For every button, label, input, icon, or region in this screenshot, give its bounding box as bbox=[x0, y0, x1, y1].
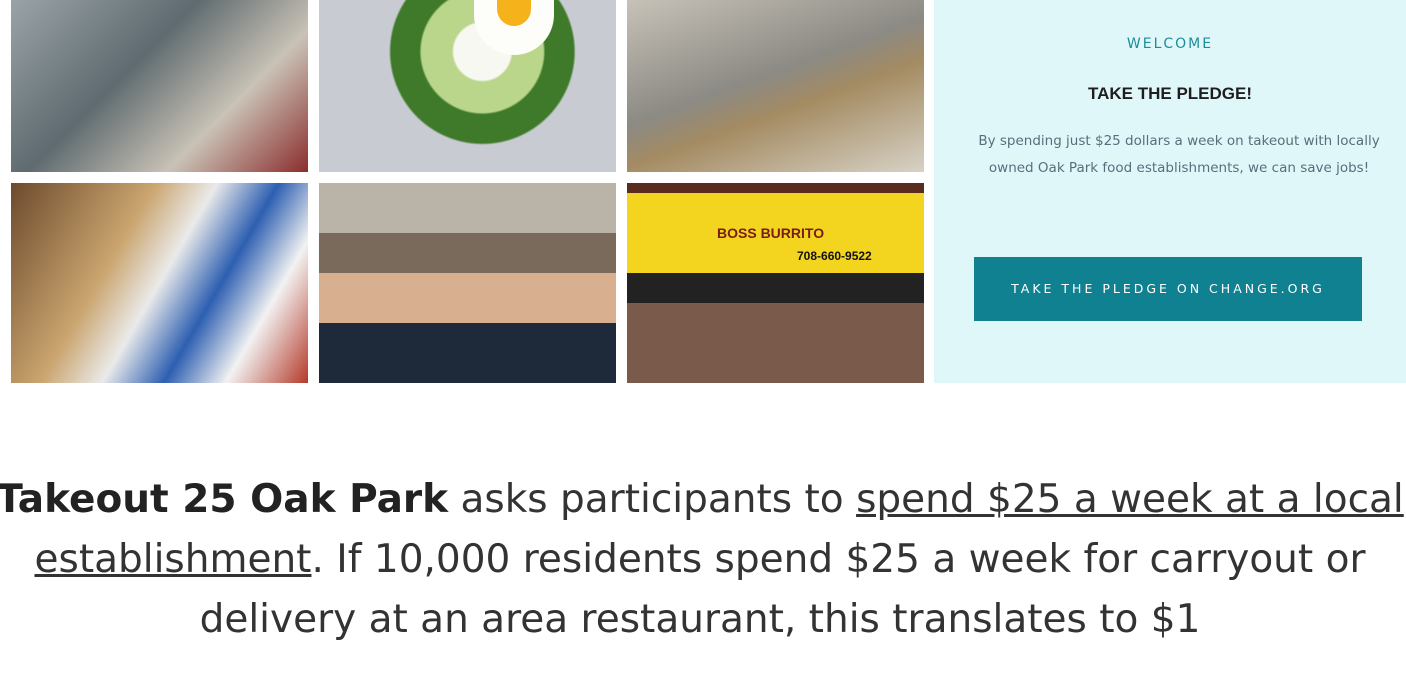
gallery-photo-3 bbox=[627, 0, 924, 172]
take-pledge-button[interactable]: TAKE THE PLEDGE ON CHANGE.ORG bbox=[974, 257, 1362, 321]
pledge-description: By spending just $25 dollars a week on t… bbox=[978, 133, 1380, 176]
gallery-photo-5 bbox=[319, 183, 616, 383]
sign-name: BOSS BURRITO bbox=[717, 225, 825, 241]
gallery-photo-1 bbox=[11, 0, 308, 172]
pledge-title: TAKE THE PLEDGE! bbox=[1087, 84, 1253, 103]
take-pledge-button-label: TAKE THE PLEDGE ON CHANGE.ORG bbox=[1011, 281, 1325, 296]
intro-text-1: asks participants to bbox=[448, 477, 857, 522]
gallery-photo-4 bbox=[11, 183, 308, 383]
photo-grid: BOSS BURRITO 708-660-9522 bbox=[0, 0, 924, 383]
gallery-photo-2 bbox=[319, 0, 616, 172]
sign-phone: 708-660-9522 bbox=[797, 249, 872, 263]
intro-paragraph: Takeout 25 Oak Park asks participants to… bbox=[0, 470, 1406, 650]
welcome-label: WELCOME bbox=[1126, 36, 1214, 52]
storefront-sign: BOSS BURRITO 708-660-9522 bbox=[657, 223, 897, 273]
pledge-panel: WELCOME TAKE THE PLEDGE! By spending jus… bbox=[934, 0, 1406, 383]
brand-name: Takeout 25 Oak Park bbox=[0, 477, 449, 522]
gallery-photo-6: BOSS BURRITO 708-660-9522 bbox=[627, 183, 924, 383]
intro-text-2: . If 10,000 residents spend $25 a week f… bbox=[199, 537, 1366, 642]
